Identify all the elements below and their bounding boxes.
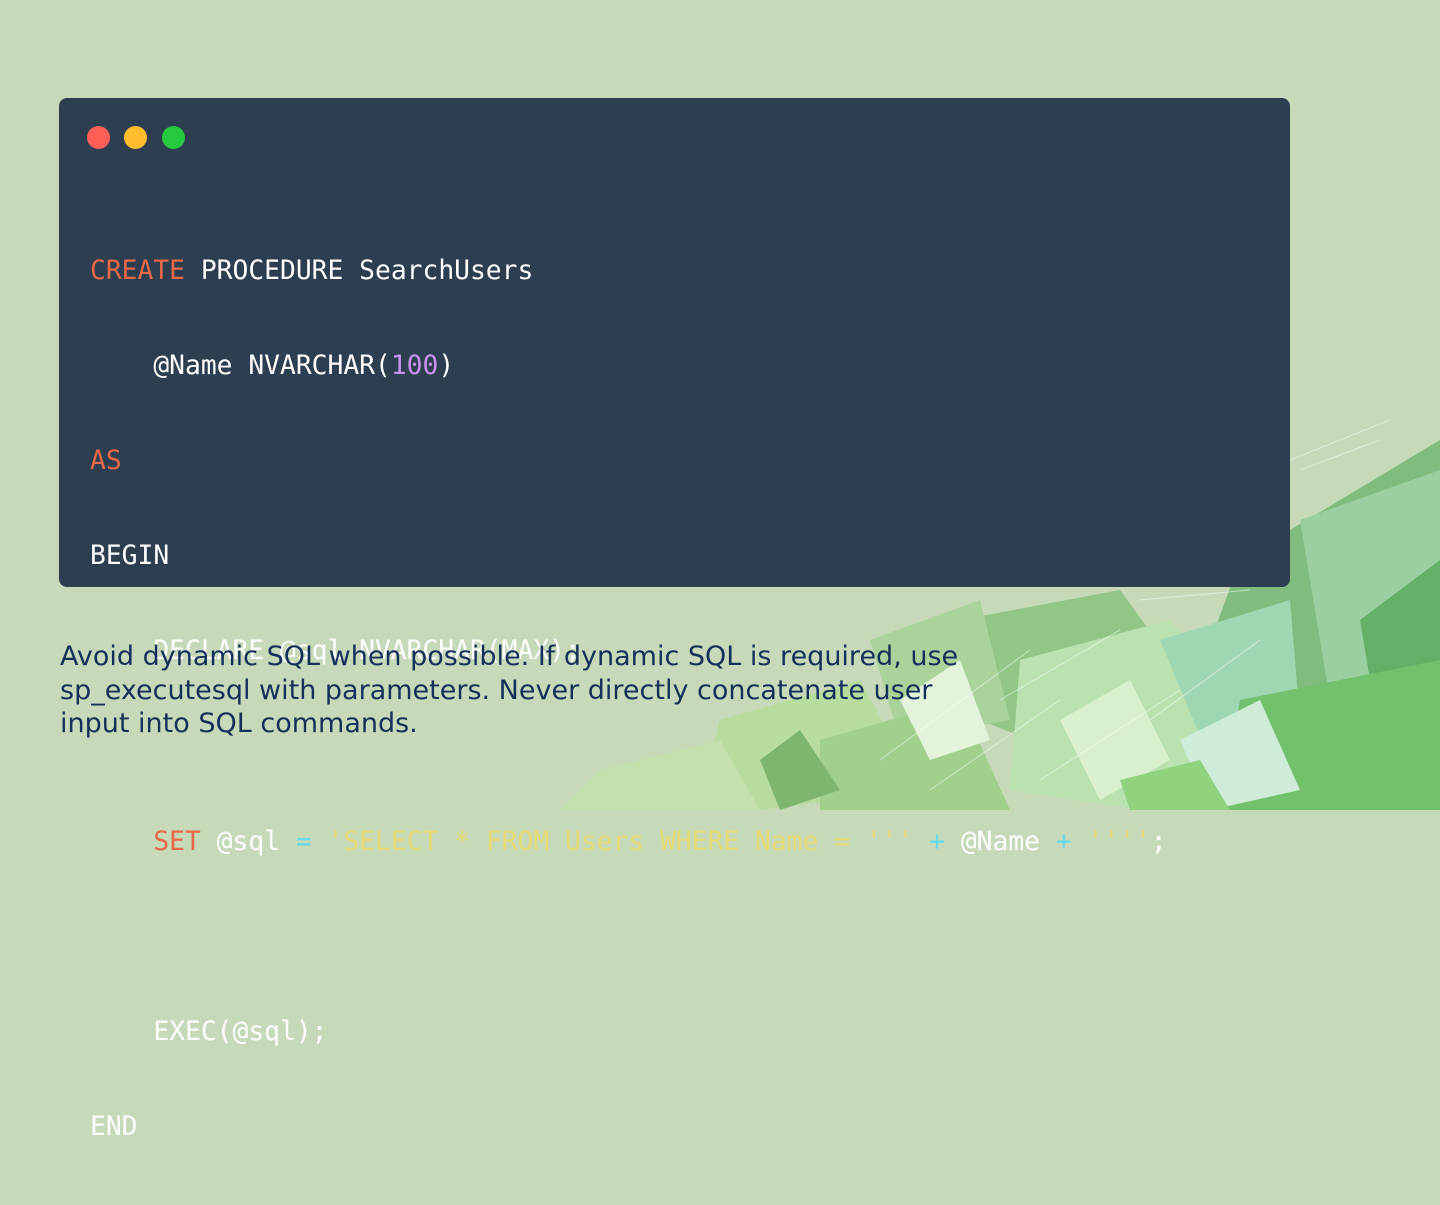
code-token-number: 100: [390, 351, 439, 381]
code-token-plain: ;: [1150, 827, 1167, 857]
code-line: BEGIN: [90, 539, 1167, 574]
code-token-op: +: [929, 827, 946, 857]
code-window: CREATE PROCEDURE SearchUsers @Name NVARC…: [59, 98, 1290, 1142]
code-token-string: '''': [1087, 827, 1151, 857]
code-line: SET @sql = 'SELECT * FROM Users WHERE Na…: [90, 824, 1167, 860]
code-line: @Name NVARCHAR(100): [90, 349, 1167, 384]
code-token-keyword: SET: [153, 827, 201, 857]
code-line: EXEC(@sql);: [90, 1015, 1167, 1050]
code-token-keyword: AS: [90, 446, 122, 476]
code-token-plain: ): [438, 351, 455, 381]
code-token-keyword: CREATE: [90, 256, 185, 286]
code-line: CREATE PROCEDURE SearchUsers: [90, 254, 1167, 289]
code-token-plain: END: [90, 1112, 138, 1142]
code-line: AS: [90, 444, 1167, 479]
code-line: END: [90, 1110, 1167, 1145]
code-token-plain: BEGIN: [90, 541, 170, 571]
code-token-plain: @Name: [945, 827, 1056, 857]
code-token-op: +: [1055, 827, 1072, 857]
minimize-window-icon[interactable]: [124, 126, 147, 149]
close-window-icon[interactable]: [87, 126, 110, 149]
code-token-plain: @Name NVARCHAR(: [90, 351, 391, 381]
code-token-string: 'SELECT * FROM Users WHERE Name = ''': [327, 827, 914, 857]
code-token-plain: PROCEDURE SearchUsers: [185, 256, 534, 286]
code-token-op: =: [295, 827, 312, 857]
code-token-plain: @sql: [200, 827, 296, 857]
advice-text: Avoid dynamic SQL when possible. If dyna…: [60, 641, 959, 739]
maximize-window-icon[interactable]: [162, 126, 185, 149]
code-token-plain: EXEC(@sql);: [90, 1017, 328, 1047]
